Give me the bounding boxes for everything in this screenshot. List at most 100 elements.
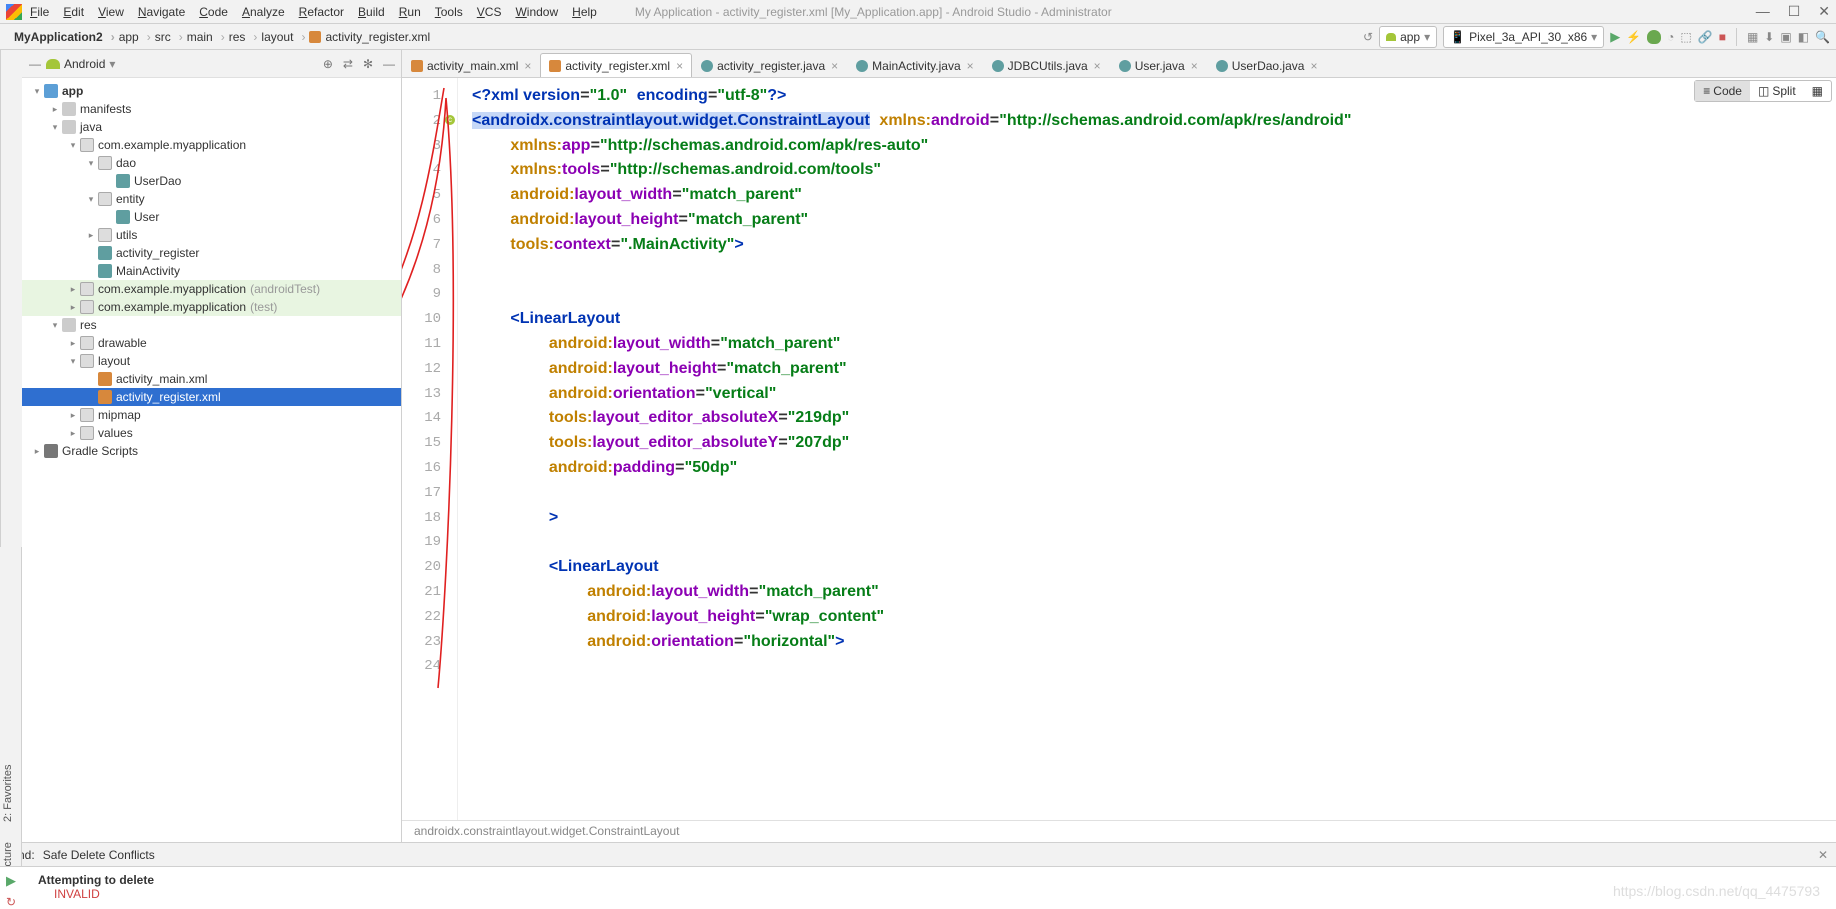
tree-node[interactable]: ▸com.example.myapplication(test) <box>22 298 401 316</box>
menubar: File Edit View Navigate Code Analyze Refactor B… <box>0 0 1836 24</box>
maximize-icon[interactable]: ☐ <box>1788 3 1801 20</box>
breadcrumb-item[interactable]: res <box>221 28 254 46</box>
split-view-button[interactable]: ◫Split <box>1750 81 1804 101</box>
editor-tab[interactable]: JDBCUtils.java× <box>983 53 1110 77</box>
menu-build[interactable]: Build <box>358 5 385 19</box>
find-bar: Find: Safe Delete Conflicts ✕ <box>0 842 1836 866</box>
editor-tab[interactable]: activity_register.xml× <box>540 53 692 77</box>
target-icon[interactable]: ⊕ <box>323 57 333 71</box>
tree-node[interactable]: ▾entity <box>22 190 401 208</box>
close-icon[interactable]: ✕ <box>1818 3 1830 20</box>
rerun-icon[interactable]: ▶ <box>6 873 16 889</box>
coverage-icon[interactable]: ⬚ <box>1680 30 1691 44</box>
editor-tab[interactable]: UserDao.java× <box>1207 53 1327 77</box>
tree-node[interactable]: ▸mipmap <box>22 406 401 424</box>
tab-close-icon[interactable]: × <box>1191 59 1198 73</box>
search-icon[interactable]: 🔍 <box>1815 30 1830 44</box>
editor-breadcrumb[interactable]: androidx.constraintlayout.widget.Constra… <box>402 820 1836 842</box>
tree-node[interactable]: ▸activity_register.xml <box>22 388 401 406</box>
tab-close-icon[interactable]: × <box>524 59 531 73</box>
rail-favorites[interactable]: 2: Favorites <box>2 765 19 822</box>
breadcrumb-item[interactable]: layout <box>253 28 301 46</box>
run-button[interactable]: ▶ <box>1610 29 1620 45</box>
tree-node[interactable]: ▾java <box>22 118 401 136</box>
tree-node[interactable]: ▾dao <box>22 154 401 172</box>
module-selector[interactable]: app▾ <box>1379 26 1437 48</box>
breadcrumb-item[interactable]: src <box>147 28 179 46</box>
attach-debugger-icon[interactable]: 🔗 <box>1698 30 1713 44</box>
breadcrumb-item[interactable]: app <box>111 28 147 46</box>
design-view-button[interactable]: ▦ <box>1804 81 1831 101</box>
editor-tabs: activity_main.xml×activity_register.xml×… <box>402 50 1836 78</box>
tree-node[interactable]: ▸Gradle Scripts <box>22 442 401 460</box>
editor-area: activity_main.xml×activity_register.xml×… <box>402 50 1836 842</box>
project-tree[interactable]: ▾app▸manifests▾java▾com.example.myapplic… <box>22 78 401 842</box>
delete-title: Attempting to delete <box>38 873 1826 887</box>
debug-icon[interactable] <box>1647 30 1661 44</box>
code-area[interactable]: <?xml version="1.0" encoding="utf-8"?> <… <box>458 78 1836 820</box>
collapse-icon[interactable]: — <box>28 57 42 71</box>
tree-node[interactable]: ▾com.example.myapplication <box>22 136 401 154</box>
sdk-icon[interactable]: ⬇ <box>1764 30 1774 44</box>
line-gutter[interactable]: 12c3456789101112131415161718192021222324 <box>402 78 458 820</box>
tree-node[interactable]: ▾layout <box>22 352 401 370</box>
find-text[interactable]: Safe Delete Conflicts <box>43 848 155 862</box>
tree-node[interactable]: ▸com.example.myapplication(androidTest) <box>22 280 401 298</box>
find-close-icon[interactable]: ✕ <box>1818 848 1828 862</box>
breadcrumb-item[interactable]: main <box>179 28 221 46</box>
tree-node[interactable]: ▸MainActivity <box>22 262 401 280</box>
editor-tab[interactable]: MainActivity.java× <box>847 53 983 77</box>
code-view-button[interactable]: ≡Code <box>1695 81 1750 101</box>
editor-tab[interactable]: activity_register.java× <box>692 53 847 77</box>
minimize-icon[interactable]: — <box>1756 3 1770 20</box>
tab-close-icon[interactable]: × <box>967 59 974 73</box>
tree-node[interactable]: ▸activity_register <box>22 244 401 262</box>
tree-node[interactable]: ▸UserDao <box>22 172 401 190</box>
tree-node[interactable]: ▸activity_main.xml <box>22 370 401 388</box>
tab-close-icon[interactable]: × <box>1310 59 1317 73</box>
menu-vcs[interactable]: VCS <box>477 5 502 19</box>
breadcrumb-item[interactable]: MyApplication2 <box>6 28 111 46</box>
menu-view[interactable]: View <box>98 5 124 19</box>
tree-node[interactable]: ▸drawable <box>22 334 401 352</box>
menu-analyze[interactable]: Analyze <box>242 5 285 19</box>
view-mode-label[interactable]: Android <box>64 57 105 71</box>
apply-changes-icon[interactable]: ⚡ <box>1626 30 1641 44</box>
nav-toolbar: MyApplication2appsrcmainreslayoutactivit… <box>0 24 1836 50</box>
run-toolbar: ↺ app▾ 📱Pixel_3a_API_30_x86▾ ▶ ⚡ ◔ ⬚ 🔗 ■… <box>1363 26 1830 48</box>
tab-close-icon[interactable]: × <box>1094 59 1101 73</box>
avd-icon[interactable]: ▦ <box>1747 30 1758 44</box>
tree-node[interactable]: ▸values <box>22 424 401 442</box>
menu-window[interactable]: Window <box>515 5 558 19</box>
tree-node[interactable]: ▸utils <box>22 226 401 244</box>
stop-icon[interactable]: ■ <box>1719 30 1726 44</box>
dropdown-caret-icon[interactable]: ▾ <box>109 57 115 71</box>
menu-refactor[interactable]: Refactor <box>299 5 344 19</box>
editor-tab[interactable]: activity_main.xml× <box>402 53 540 77</box>
menu-edit[interactable]: Edit <box>63 5 84 19</box>
profiler-icon[interactable]: ◔ <box>1667 30 1674 44</box>
tree-node[interactable]: ▾res <box>22 316 401 334</box>
editor-tab[interactable]: User.java× <box>1110 53 1207 77</box>
hide-icon[interactable]: — <box>383 57 395 71</box>
gutter-mark-icon[interactable]: c <box>445 115 455 125</box>
sort-icon[interactable]: ⇄ <box>343 57 353 71</box>
tab-close-icon[interactable]: × <box>676 59 683 73</box>
breadcrumb-item[interactable]: activity_register.xml <box>301 28 438 46</box>
menu-navigate[interactable]: Navigate <box>138 5 185 19</box>
menu-tools[interactable]: Tools <box>435 5 463 19</box>
device-selector[interactable]: 📱Pixel_3a_API_30_x86▾ <box>1443 26 1604 48</box>
tab-close-icon[interactable]: × <box>831 59 838 73</box>
resource-icon[interactable]: ◧ <box>1798 30 1809 44</box>
tree-node[interactable]: ▾app <box>22 82 401 100</box>
layout-inspector-icon[interactable]: ▣ <box>1780 30 1791 44</box>
menu-help[interactable]: Help <box>572 5 597 19</box>
menu-file[interactable]: File <box>30 5 49 19</box>
menu-code[interactable]: Code <box>199 5 228 19</box>
android-icon <box>46 59 60 69</box>
gear-icon[interactable]: ✻ <box>363 57 373 71</box>
menu-run[interactable]: Run <box>399 5 421 19</box>
tree-node[interactable]: ▸manifests <box>22 100 401 118</box>
sync-icon[interactable]: ↺ <box>1363 30 1373 44</box>
tree-node[interactable]: ▸User <box>22 208 401 226</box>
